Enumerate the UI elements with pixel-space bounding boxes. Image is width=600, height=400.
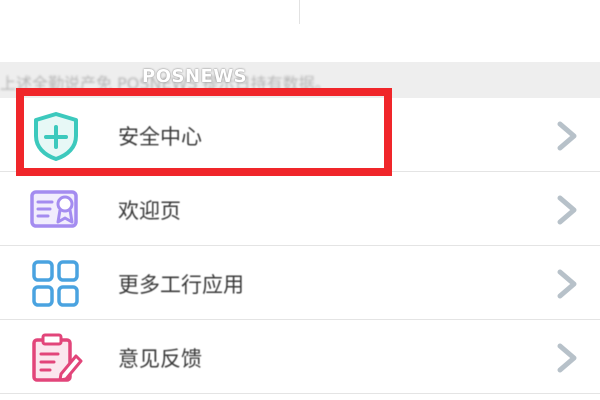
menu-item-label: 欢迎页	[118, 199, 181, 223]
menu-item-welcome-page[interactable]: 欢迎页	[0, 172, 600, 246]
menu-item-security-center[interactable]: 安全中心	[0, 98, 600, 172]
menu-item-label: 意见反馈	[118, 347, 202, 371]
menu-item-label: 安全中心	[118, 125, 202, 149]
feedback-clipboard-icon	[28, 332, 84, 384]
certificate-icon	[28, 184, 84, 236]
grid-apps-icon	[28, 258, 84, 310]
menu-item-feedback[interactable]: 意见反馈	[0, 320, 600, 394]
settings-menu: 安全中心 欢迎页 更多工行应用 意见反馈	[0, 98, 600, 394]
chevron-right-icon	[552, 342, 582, 374]
shield-plus-icon	[28, 110, 84, 162]
chevron-right-icon	[552, 268, 582, 300]
notice-bar: 上述全勤说产免 POSNEWS 提示日持有数据。	[0, 62, 600, 98]
top-area	[0, 0, 600, 62]
menu-item-more-icbc-apps[interactable]: 更多工行应用	[0, 246, 600, 320]
chevron-right-icon	[552, 120, 582, 152]
chevron-right-icon	[552, 194, 582, 226]
top-divider	[299, 0, 300, 24]
menu-item-label: 更多工行应用	[118, 273, 244, 297]
watermark: POSNEWS	[142, 66, 248, 87]
